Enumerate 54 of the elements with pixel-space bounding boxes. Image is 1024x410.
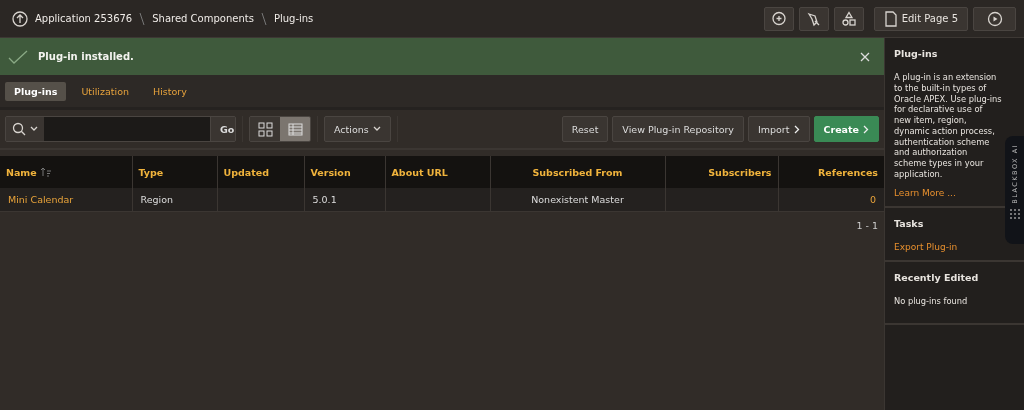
breadcrumb-separator-icon [260,11,267,26]
chevron-right-icon [863,124,869,134]
chevron-down-icon [372,126,381,132]
column-header[interactable]: Subscribed From [532,166,623,178]
tab[interactable]: Utilization [72,81,138,101]
menu-button[interactable]: Import [747,116,810,142]
chevron-right-icon [793,124,800,134]
table-cell: Region [140,194,174,205]
help-text: No plug-ins found [894,295,969,307]
report-view-button[interactable] [280,117,310,141]
toolbar-button[interactable] [763,6,794,31]
page-edit-icon [883,10,898,27]
breadcrumb-link[interactable]: Plug-ins [273,13,314,24]
run-page-button[interactable] [973,6,1016,31]
tab[interactable]: Plug-ins [5,81,67,101]
flashlight-icon [805,10,822,27]
sidebar-link[interactable]: Learn More ... [894,187,956,198]
table-icon [287,121,303,137]
go-button[interactable]: Go [210,117,235,141]
section-heading: Tasks [894,217,925,229]
tab[interactable]: History [144,81,196,101]
toolbar-button[interactable] [798,6,829,31]
search-icon [12,122,26,136]
table-link[interactable]: 0 [869,194,876,205]
edit-page-button[interactable]: Edit Page 5 [873,6,968,31]
sidebar-link[interactable]: Export Plug-in [894,241,958,252]
breadcrumb-separator-icon [139,11,146,26]
column-header[interactable]: Updated [223,166,269,178]
breadcrumb-link[interactable]: Shared Components [152,13,254,24]
shapes-icon [840,10,857,27]
toolbar-button[interactable]: Reset [561,116,609,142]
table-cell: Nonexistent Master [531,194,624,205]
column-header[interactable]: Type [138,166,164,178]
section-heading: Plug-ins [894,48,939,59]
search-field[interactable]: Go [5,116,236,142]
create-button[interactable]: Create [813,116,879,142]
pagination-text: 1 - 1 [856,220,878,231]
close-icon [860,51,870,62]
dotted-logo-icon [1008,207,1021,220]
chevron-down-icon [30,126,38,132]
play-icon [986,10,1003,27]
toolbar-button[interactable] [833,6,864,31]
section-heading: Recently Edited [894,271,980,283]
add-comment-icon [770,10,787,27]
checkmark-icon [8,48,28,65]
column-header[interactable]: Version [310,166,351,178]
toolbar-button[interactable]: View Plug-in Repository [612,116,744,142]
breadcrumb-link[interactable]: Application 253676 [35,13,133,24]
table-cell: 5.0.1 [312,194,337,205]
grid-icon [257,121,273,137]
column-header[interactable]: Name [6,166,37,178]
success-message: Plug-in installed. [38,51,135,62]
help-text: A plug-in is an extension to the built-in types of Oracle APEX. Use plug-ins for declarative use of new item, region, dynamic action process, authentication scheme and authorization scheme types in your application. [894,72,1002,180]
actions-menu-button[interactable]: Actions [324,116,391,142]
